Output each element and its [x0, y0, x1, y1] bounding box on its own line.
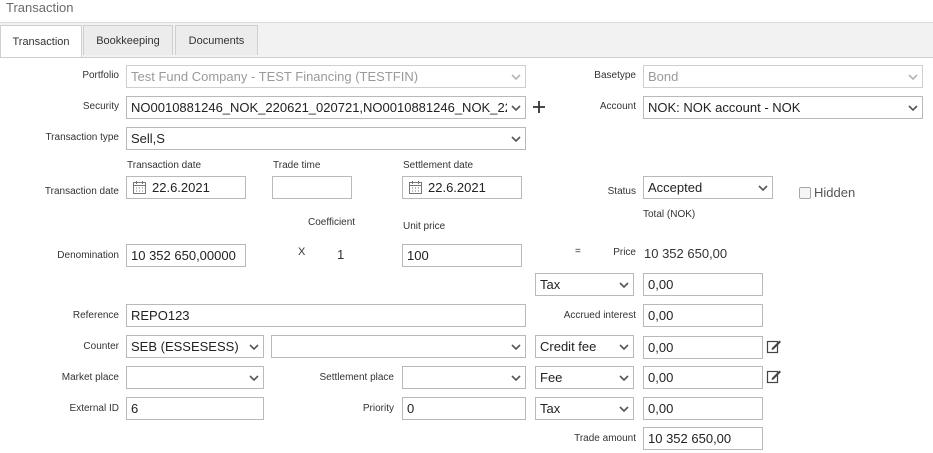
trade-amount-field[interactable]: 10 352 650,00: [643, 427, 763, 450]
chevron-down-icon: [908, 73, 918, 80]
settlement-date-header: Settlement date: [403, 160, 474, 171]
credit-fee-type-value: Credit fee: [540, 339, 597, 354]
unit-price-header: Unit price: [403, 221, 446, 232]
transaction-date-header: Transaction date: [127, 160, 202, 171]
calendar-icon[interactable]: [409, 181, 422, 194]
transaction-type-select[interactable]: Sell,S: [126, 127, 526, 150]
market-place-select[interactable]: [126, 366, 264, 389]
status-select[interactable]: Accepted: [643, 176, 773, 199]
portfolio-value: Test Fund Company - TEST Financing (TEST…: [131, 69, 419, 84]
plus-icon[interactable]: [531, 99, 547, 115]
priority-label: Priority: [362, 403, 394, 414]
price-value: 10 352 650,00: [644, 246, 728, 261]
market-place-label: Market place: [61, 372, 119, 383]
hidden-checkbox[interactable]: [799, 187, 811, 199]
accrued-interest-field[interactable]: 0,00: [643, 304, 763, 327]
transaction-type-label: Transaction type: [45, 132, 119, 143]
trade-amount-label: Trade amount: [574, 433, 636, 444]
security-value: NO0010881246_NOK_220621_020721,NO0010881…: [131, 100, 507, 115]
price-label: Price: [613, 247, 636, 258]
counter-value: SEB (ESSESESS): [131, 339, 239, 354]
external-id-label: External ID: [69, 403, 119, 414]
settlement-date-value: 22.6.2021: [428, 180, 486, 195]
tax-type-value-2: Tax: [540, 401, 561, 416]
trade-time-header: Trade time: [273, 160, 321, 171]
status-label: Status: [607, 186, 636, 197]
chevron-down-icon: [619, 405, 629, 412]
denomination-field[interactable]: 10 352 650,00000: [126, 244, 246, 267]
priority-field[interactable]: 0: [402, 397, 526, 420]
chevron-down-icon: [758, 184, 768, 191]
basetype-value: Bond: [648, 69, 679, 84]
reference-label: Reference: [72, 310, 119, 321]
tax-type-select-1[interactable]: Tax: [535, 273, 634, 296]
tab-bookkeeping[interactable]: Bookkeeping: [83, 25, 173, 55]
total-currency-label: Total (NOK): [643, 209, 696, 220]
tax-amount-field-2[interactable]: 0,00: [643, 397, 763, 420]
fee-type-select[interactable]: Fee: [535, 366, 634, 389]
chevron-down-icon: [511, 374, 521, 381]
account-select[interactable]: NOK: NOK account - NOK: [643, 96, 923, 119]
accrued-interest-label: Accrued interest: [563, 310, 636, 321]
fee-type-value: Fee: [540, 370, 563, 385]
external-id-field[interactable]: 6: [126, 397, 264, 420]
chevron-down-icon: [511, 135, 521, 142]
settlement-place-select[interactable]: [402, 366, 526, 389]
chevron-down-icon: [249, 374, 259, 381]
status-value: Accepted: [648, 180, 703, 195]
transaction-date-field[interactable]: 22.6.2021: [126, 176, 246, 199]
basetype-label: Basetype: [594, 70, 636, 81]
chevron-down-icon: [511, 343, 521, 350]
credit-fee-amount-field[interactable]: 0,00: [643, 336, 763, 359]
tax-type-value-1: Tax: [540, 277, 561, 292]
multiply-operator: X: [298, 246, 306, 258]
tax-amount-field-1[interactable]: 0,00: [643, 273, 763, 296]
edit-icon[interactable]: [766, 368, 782, 384]
credit-fee-type-select[interactable]: Credit fee: [535, 335, 634, 358]
transaction-date-label: Transaction date: [44, 186, 119, 197]
basetype-select[interactable]: Bond: [643, 65, 923, 88]
counter-account-select[interactable]: [271, 335, 526, 358]
hidden-label: Hidden: [814, 185, 856, 200]
portfolio-select[interactable]: Test Fund Company - TEST Financing (TEST…: [126, 65, 526, 88]
security-select[interactable]: NO0010881246_NOK_220621_020721,NO0010881…: [126, 96, 526, 119]
chevron-down-icon: [619, 281, 629, 288]
denomination-label: Denomination: [57, 250, 119, 261]
portfolio-label: Portfolio: [82, 70, 119, 81]
chevron-down-icon: [249, 343, 259, 350]
tab-transaction[interactable]: Transaction: [0, 25, 82, 57]
tax-type-select-2[interactable]: Tax: [535, 397, 634, 420]
edit-icon[interactable]: [766, 338, 782, 354]
counter-label: Counter: [83, 341, 119, 352]
chevron-down-icon: [511, 104, 521, 111]
settlement-place-label: Settlement place: [319, 372, 395, 383]
reference-field[interactable]: REPO123: [126, 304, 526, 327]
counter-select[interactable]: SEB (ESSESESS): [126, 335, 264, 358]
coefficient-header: Coefficient: [308, 217, 356, 228]
chevron-down-icon: [619, 343, 629, 350]
fee-amount-field[interactable]: 0,00: [643, 366, 763, 389]
account-value: NOK: NOK account - NOK: [648, 100, 801, 115]
trade-time-field[interactable]: [272, 176, 352, 199]
transaction-date-value: 22.6.2021: [152, 180, 210, 195]
tab-documents[interactable]: Documents: [175, 25, 258, 55]
account-label: Account: [599, 101, 636, 112]
chevron-down-icon: [908, 104, 918, 111]
equals-sign: =: [575, 246, 581, 257]
window-title: Transaction: [6, 0, 74, 15]
settlement-date-field[interactable]: 22.6.2021: [402, 176, 522, 199]
chevron-down-icon: [511, 73, 521, 80]
security-label: Security: [82, 101, 119, 112]
coefficient-value: 1: [337, 247, 345, 262]
transaction-type-value: Sell,S: [131, 131, 165, 146]
chevron-down-icon: [619, 374, 629, 381]
unit-price-field[interactable]: 100: [402, 244, 522, 267]
calendar-icon[interactable]: [133, 181, 146, 194]
